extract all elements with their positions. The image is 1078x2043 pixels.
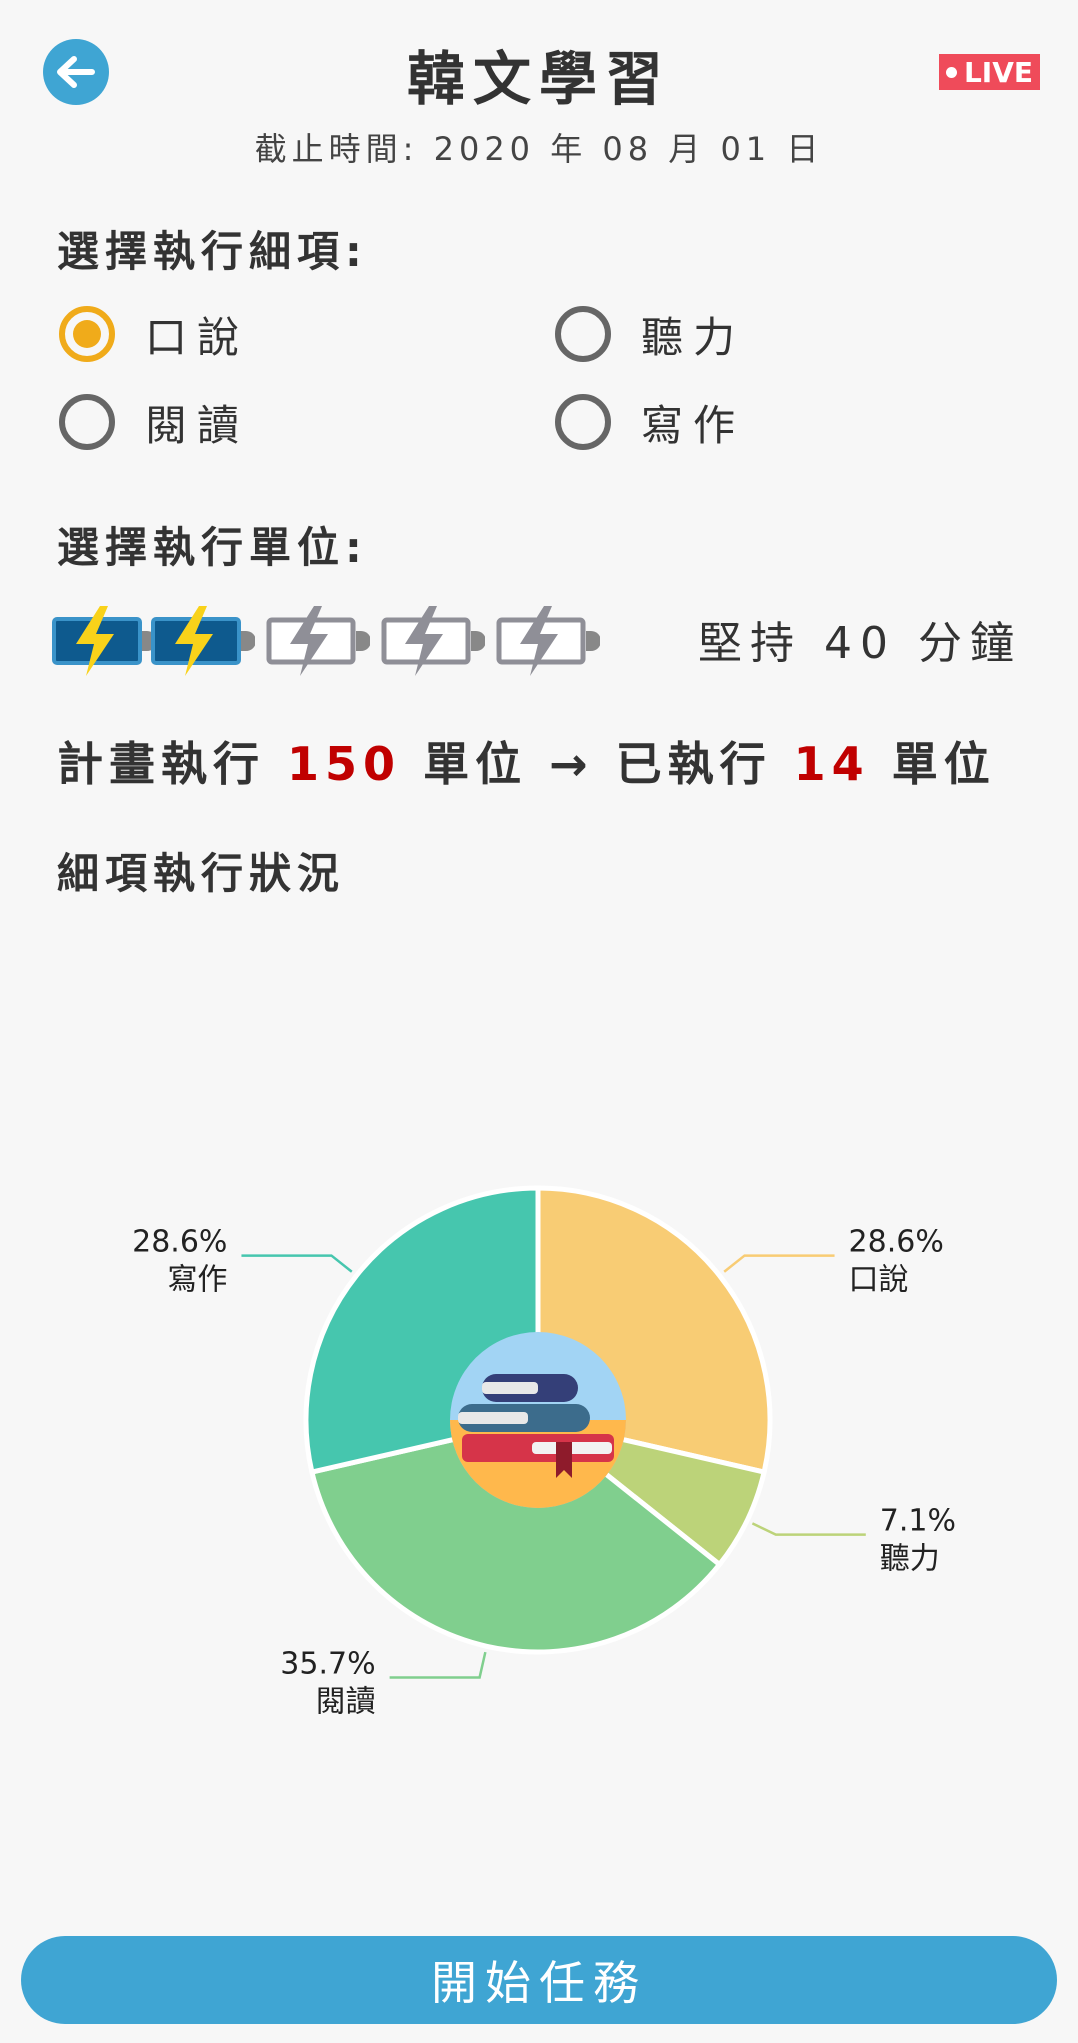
radio-option-listening[interactable]: 聽力 — [555, 304, 745, 364]
radio-unselected-icon[interactable] — [555, 306, 611, 362]
radio-label-writing: 寫作 — [641, 400, 746, 450]
book-stack-icon — [450, 1332, 626, 1508]
pie-percent-label-0: 28.6% — [849, 1225, 944, 1260]
pie-category-label-3: 寫作 — [167, 1263, 227, 1298]
executed-units-value: 14 — [793, 737, 870, 791]
radio-unselected-icon[interactable] — [555, 394, 611, 450]
pie-percent-label-3: 28.6% — [132, 1225, 227, 1260]
battery-unit-1-icon[interactable] — [52, 606, 156, 676]
radio-option-reading[interactable]: 閱讀 — [59, 392, 249, 452]
arrow-right-icon: → — [549, 737, 594, 791]
live-dot-icon — [945, 66, 957, 78]
persist-duration-text: 堅持 40 分鐘 — [698, 618, 1022, 669]
pie-percent-label-2: 35.7% — [280, 1646, 375, 1681]
pie-category-label-0: 口說 — [849, 1263, 909, 1298]
pie-category-label-1: 聽力 — [880, 1542, 940, 1577]
live-label: LIVE — [963, 55, 1034, 89]
done-unit-label: 單位 — [891, 737, 996, 791]
radio-label-reading: 閱讀 — [145, 400, 250, 450]
radio-selected-icon[interactable] — [59, 306, 115, 362]
pie-leader-line-2 — [389, 1651, 487, 1679]
battery-unit-4-icon[interactable] — [381, 606, 485, 676]
battery-unit-2-icon[interactable] — [151, 606, 255, 676]
unit-section-title: 選擇執行單位: — [57, 523, 368, 572]
pie-percent-label-1: 7.1% — [880, 1504, 956, 1539]
radio-option-speaking[interactable]: 口說 — [59, 304, 249, 364]
radio-label-speaking: 口說 — [145, 312, 250, 362]
progress-pie-chart: 28.6%口說7.1%聽力35.7%閱讀28.6%寫作 — [132, 1185, 956, 1719]
plan-prefix: 計畫執行 — [57, 737, 265, 791]
plan-summary: 計畫執行 150 單位 → 已執行 14 單位 — [57, 728, 996, 794]
page-title: 韓文學習 — [406, 45, 671, 113]
pie-category-label-2: 閱讀 — [316, 1684, 376, 1719]
status-section-title: 細項執行狀況 — [57, 849, 346, 898]
pie-leader-line-0 — [723, 1254, 835, 1273]
pie-leader-line-3 — [241, 1254, 353, 1273]
detail-section-title: 選擇執行細項: — [57, 227, 368, 276]
start-task-button[interactable]: 開始任務 — [21, 1936, 1057, 2024]
battery-unit-3-icon[interactable] — [266, 606, 370, 676]
radio-option-writing[interactable]: 寫作 — [555, 392, 745, 452]
radio-label-listening: 聽力 — [641, 312, 746, 362]
planned-units-value: 150 — [287, 737, 402, 791]
pie-leader-line-1 — [751, 1522, 866, 1536]
done-prefix: 已執行 — [615, 737, 772, 791]
radio-unselected-icon[interactable] — [59, 394, 115, 450]
plan-unit-label: 單位 — [423, 737, 528, 791]
deadline-text: 截止時間: 2020 年 08 月 01 日 — [254, 130, 824, 168]
battery-unit-5-icon[interactable] — [496, 606, 600, 676]
live-badge: LIVE — [939, 54, 1040, 90]
